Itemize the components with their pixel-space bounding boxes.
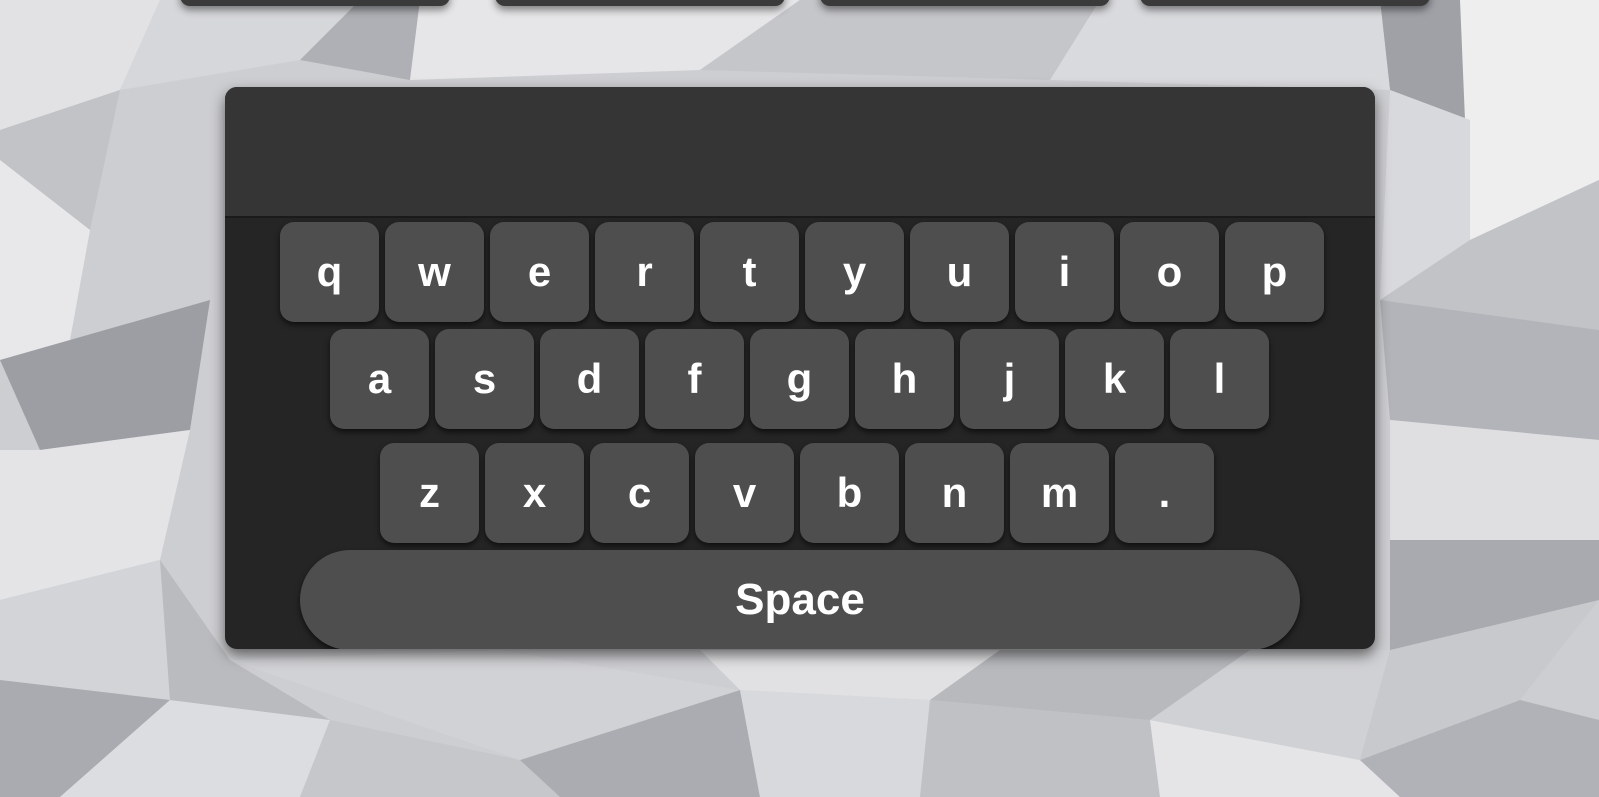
key-p[interactable]: p bbox=[1225, 222, 1324, 322]
space-key[interactable]: Space bbox=[300, 550, 1300, 649]
key-i[interactable]: i bbox=[1015, 222, 1114, 322]
top-bar-pill-4[interactable] bbox=[1140, 0, 1430, 6]
key-a[interactable]: a bbox=[330, 329, 429, 429]
key-z[interactable]: z bbox=[380, 443, 479, 543]
key-s[interactable]: s bbox=[435, 329, 534, 429]
key-g[interactable]: g bbox=[750, 329, 849, 429]
key-h[interactable]: h bbox=[855, 329, 954, 429]
key-o[interactable]: o bbox=[1120, 222, 1219, 322]
key-r[interactable]: r bbox=[595, 222, 694, 322]
key-l[interactable]: l bbox=[1170, 329, 1269, 429]
key-row-1: q w e r t y u i o p bbox=[280, 222, 1330, 322]
key-v[interactable]: v bbox=[695, 443, 794, 543]
top-bar-pill-1[interactable] bbox=[180, 0, 450, 6]
key-n[interactable]: n bbox=[905, 443, 1004, 543]
key-k[interactable]: k bbox=[1065, 329, 1164, 429]
key-j[interactable]: j bbox=[960, 329, 1059, 429]
key-y[interactable]: y bbox=[805, 222, 904, 322]
key-b[interactable]: b bbox=[800, 443, 899, 543]
key-t[interactable]: t bbox=[700, 222, 799, 322]
key-period[interactable]: . bbox=[1115, 443, 1214, 543]
key-u[interactable]: u bbox=[910, 222, 1009, 322]
key-f[interactable]: f bbox=[645, 329, 744, 429]
key-row-2: a s d f g h j k l bbox=[330, 329, 1275, 429]
key-c[interactable]: c bbox=[590, 443, 689, 543]
key-m[interactable]: m bbox=[1010, 443, 1109, 543]
key-x[interactable]: x bbox=[485, 443, 584, 543]
top-bar-pill-2[interactable] bbox=[495, 0, 785, 6]
key-w[interactable]: w bbox=[385, 222, 484, 322]
key-row-3: z x c v b n m . bbox=[380, 443, 1220, 543]
keyboard-text-display[interactable] bbox=[225, 87, 1375, 218]
key-q[interactable]: q bbox=[280, 222, 379, 322]
key-d[interactable]: d bbox=[540, 329, 639, 429]
key-e[interactable]: e bbox=[490, 222, 589, 322]
virtual-keyboard-window: q w e r t y u i o p a s d f g h j k l z … bbox=[225, 87, 1375, 649]
top-bar-pill-3[interactable] bbox=[820, 0, 1110, 6]
